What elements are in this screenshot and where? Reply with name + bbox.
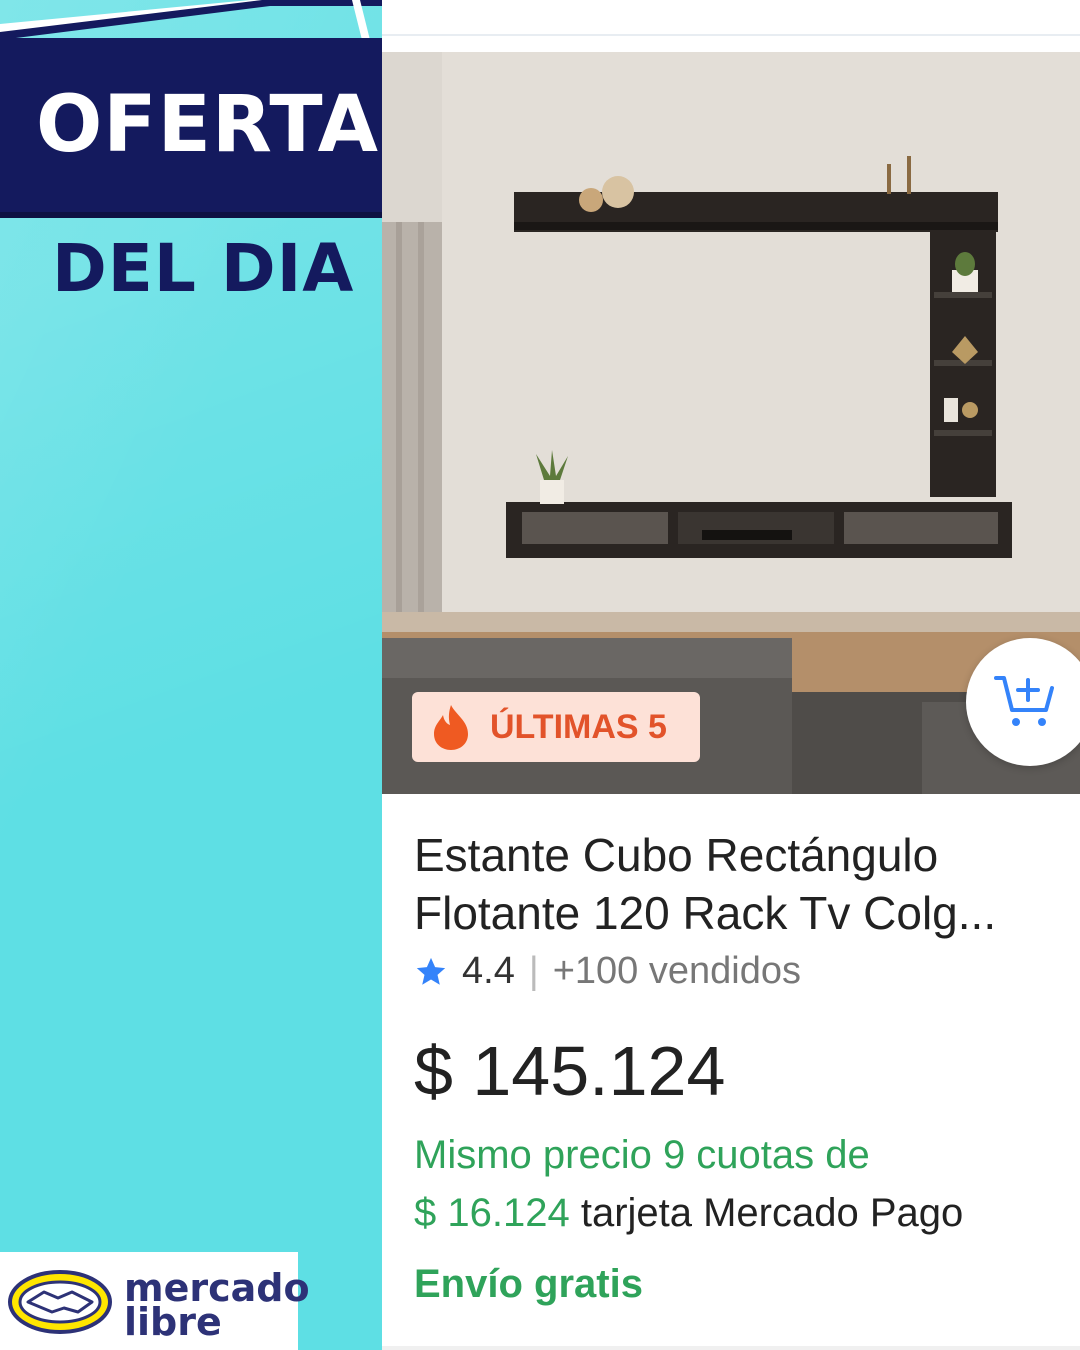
installment-method: tarjeta Mercado Pago (580, 1191, 964, 1235)
star-icon (416, 957, 446, 985)
product-title[interactable]: Estante Cubo Rectángulo Flotante 120 Rac… (414, 826, 1074, 942)
stock-badge: ÚLTIMAS 5 (412, 692, 700, 762)
rating-row: 4.4 | +100 vendidos (414, 950, 801, 993)
add-to-cart-icon (994, 676, 1054, 726)
installments-info: Mismo precio 9 cuotas de $ 16.124 tarjet… (414, 1126, 1074, 1242)
product-image[interactable]: ÚLTIMAS 5 (382, 52, 1080, 794)
flame-icon (434, 705, 468, 750)
promo-subheadline: DEL DIA (52, 230, 355, 307)
installments-text: Mismo precio 9 cuotas de (414, 1133, 870, 1177)
badge-label: ÚLTIMAS 5 (490, 707, 667, 746)
installment-amount: $ 16.124 (414, 1191, 570, 1235)
free-shipping-label: Envío gratis (414, 1262, 643, 1306)
rating-value: 4.4 (462, 950, 515, 992)
card-bottom-divider (382, 1346, 1080, 1350)
brand-name-line2: libre (124, 1300, 222, 1344)
handshake-logo-icon (8, 1270, 112, 1334)
product-card[interactable]: ÚLTIMAS 5 Estante Cubo Rectángulo Flotan… (382, 0, 1080, 1350)
sold-count: +100 vendidos (552, 950, 801, 992)
promo-headline: OFERTAS (36, 80, 437, 170)
rating-separator: | (528, 950, 539, 992)
product-price: $ 145.124 (414, 1032, 726, 1110)
card-top-strip (382, 0, 1080, 36)
